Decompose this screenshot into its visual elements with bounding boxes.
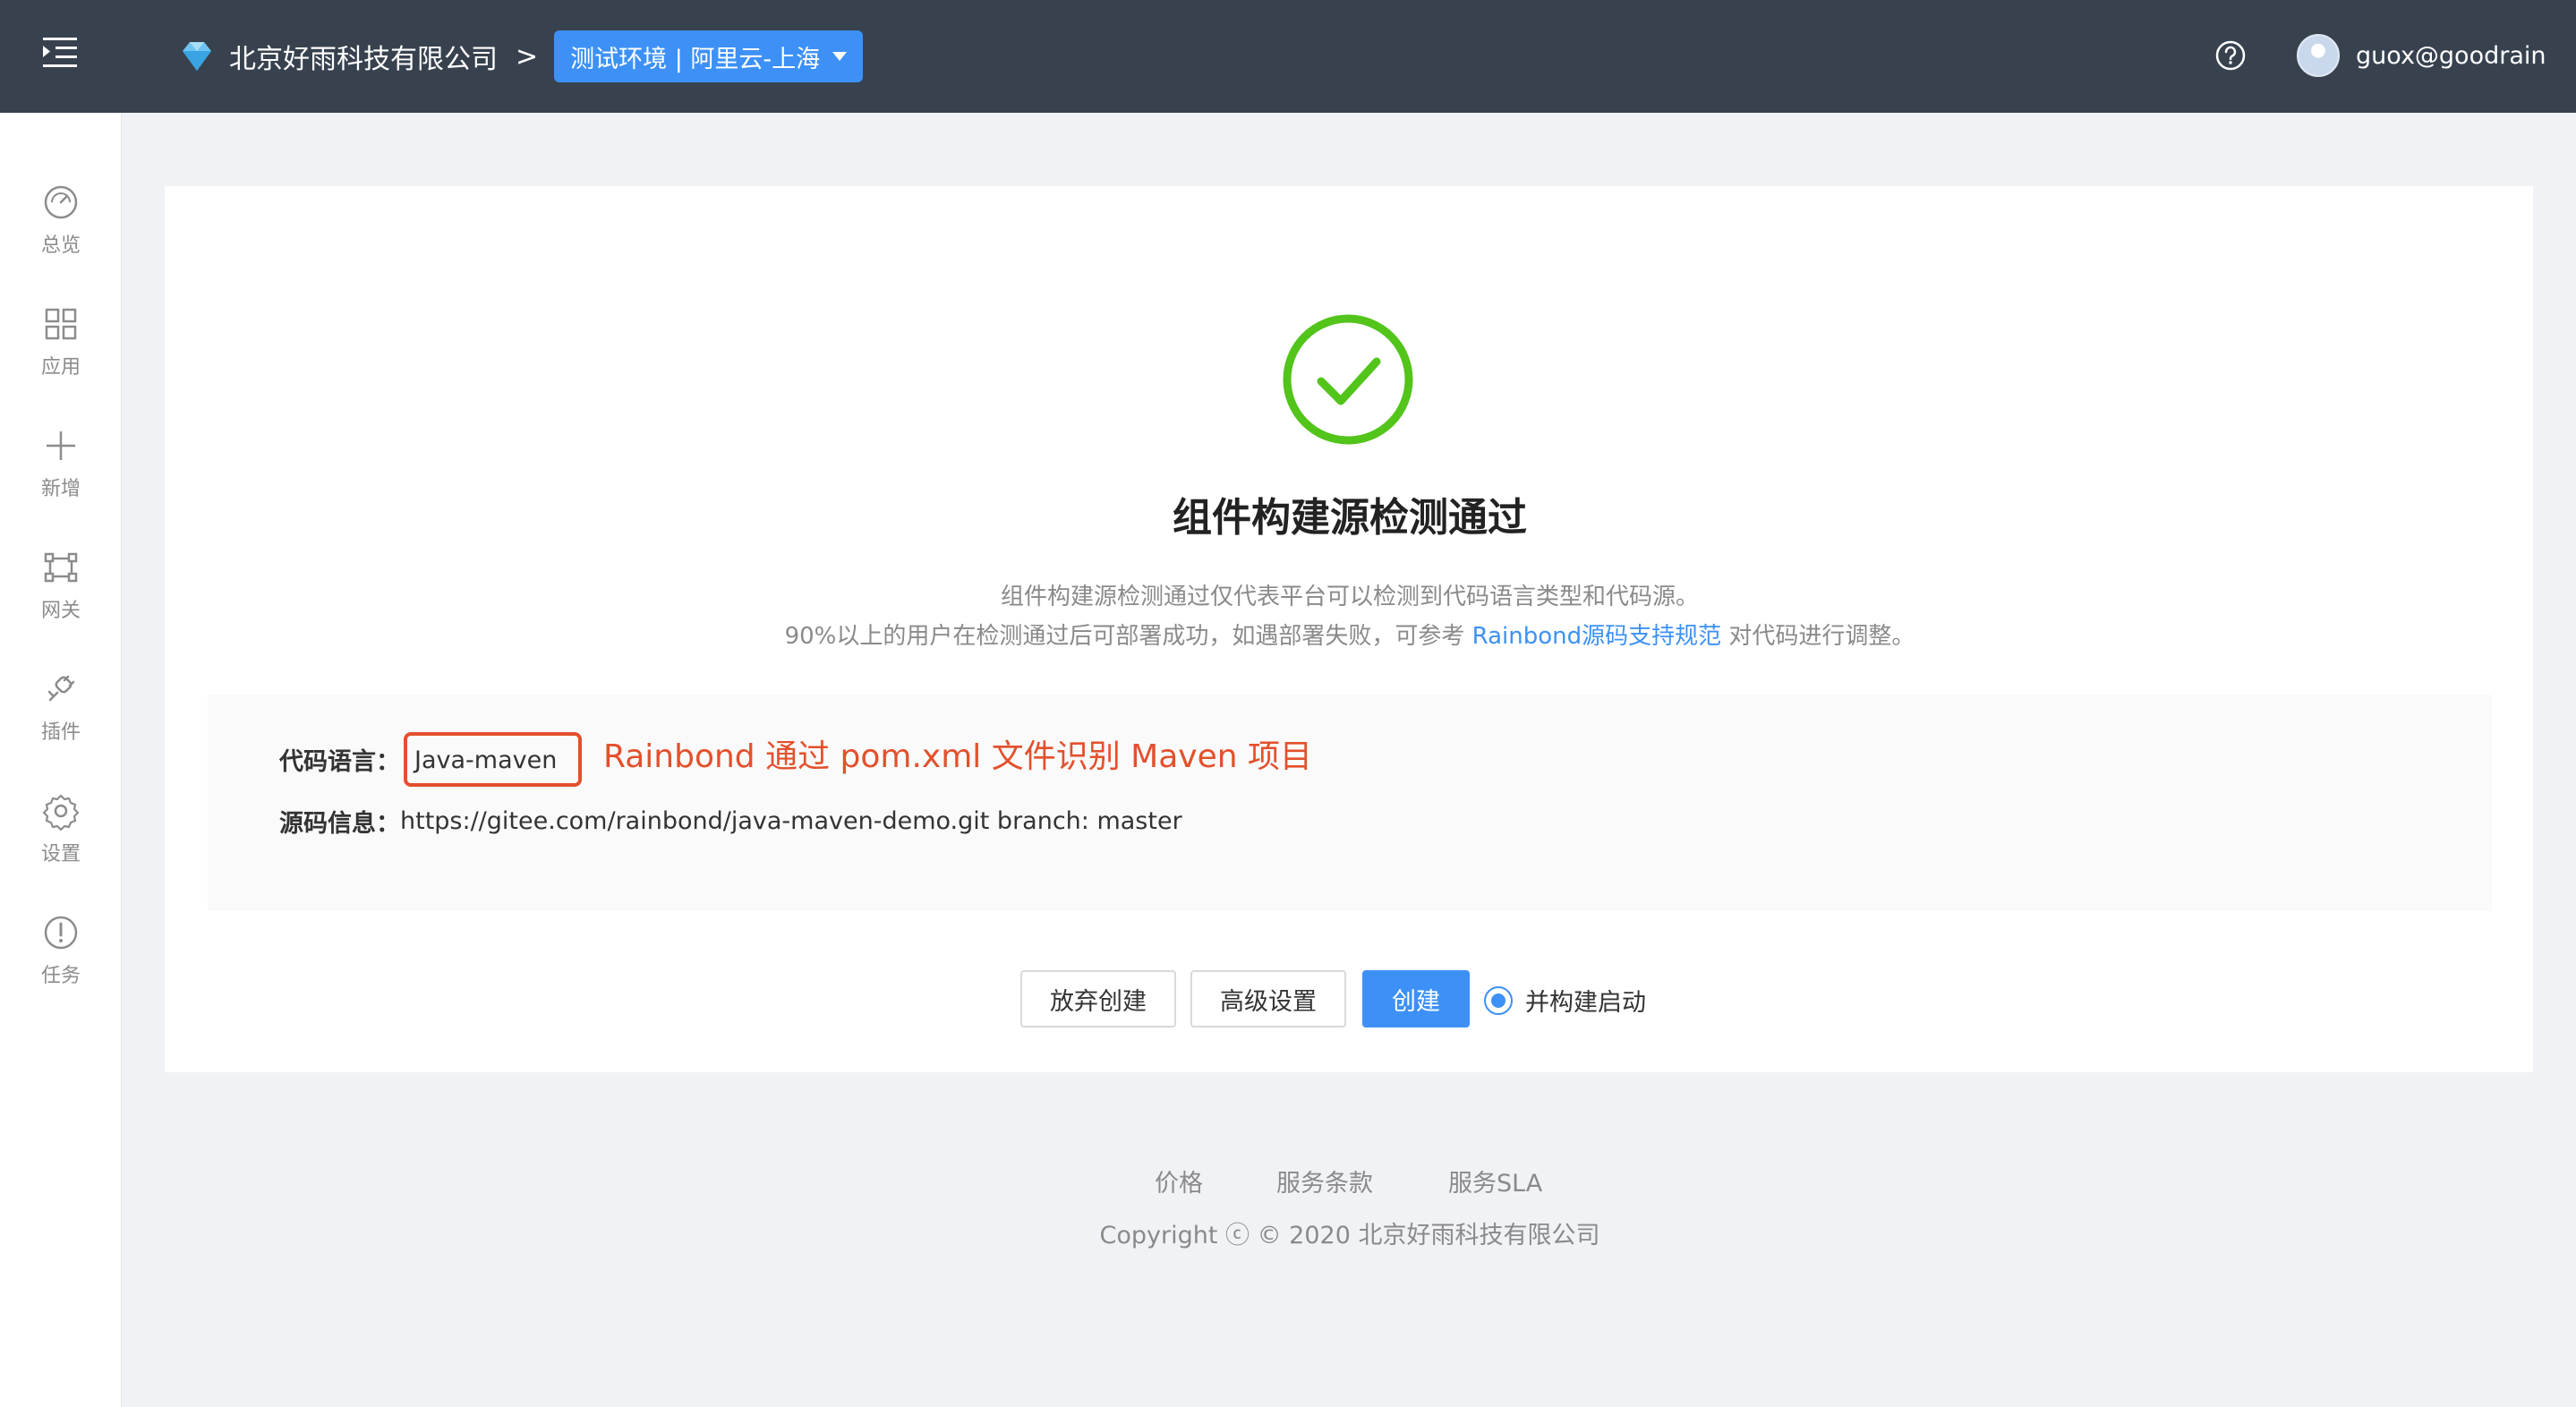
menu-toggle-icon[interactable]	[39, 34, 82, 70]
top-header: 北京好雨科技有限公司 > 测试环境 | 阿里云-上海 guox@goodrain	[0, 0, 2576, 113]
radio-dot	[1491, 993, 1506, 1008]
task-icon	[44, 916, 78, 950]
sidebar: 总览 应用 新增 网关 插件 设置 任务	[0, 113, 122, 1407]
sidebar-item-label: 设置	[40, 843, 81, 866]
advanced-settings-button[interactable]: 高级设置	[1190, 970, 1346, 1028]
code-language-label: 代码语言：	[279, 748, 400, 776]
spec-link[interactable]: Rainbond源码支持规范	[1472, 623, 1722, 650]
gear-icon	[42, 794, 80, 831]
user-name: guox@goodrain	[2356, 41, 2546, 70]
code-language-value: Java-maven	[404, 732, 583, 787]
abandon-button[interactable]: 放弃创建	[1020, 970, 1176, 1028]
sidebar-item-apps[interactable]: 应用	[0, 288, 122, 396]
sidebar-item-label: 总览	[40, 234, 81, 257]
result-title: 组件构建源检测通过	[1173, 495, 1527, 541]
build-start-option[interactable]: 并构建启动	[1484, 983, 1646, 1018]
build-start-label: 并构建启动	[1525, 989, 1646, 1017]
company-name[interactable]: 北京好雨科技有限公司	[229, 37, 498, 76]
plus-icon	[47, 431, 75, 460]
copyright: Copyright ⓒ © 2020 北京好雨科技有限公司	[1099, 1222, 1600, 1249]
desc-suffix: 对代码进行调整。	[1721, 623, 1915, 650]
sidebar-item-label: 应用	[40, 356, 81, 379]
breadcrumb-separator: >	[516, 40, 539, 72]
help-icon[interactable]	[2214, 39, 2247, 72]
create-button[interactable]: 创建	[1362, 970, 1470, 1028]
check-circle-icon	[1283, 314, 1413, 445]
desc-prefix: 90%以上的用户在检测通过后可部署成功，如遇部署失败，可参考	[784, 623, 1472, 650]
detection-info-panel	[208, 695, 2492, 911]
result-description: 组件构建源检测通过仅代表平台可以检测到代码语言类型和代码源。	[1000, 584, 1699, 610]
footer-link-price[interactable]: 价格	[1155, 1164, 1203, 1198]
avatar	[2297, 34, 2340, 77]
source-info-value: https://gitee.com/rainbond/java-maven-de…	[400, 807, 1182, 835]
annotation-text: Rainbond 通过 pom.xml 文件识别 Maven 项目	[603, 738, 1313, 775]
caret-down-icon	[832, 52, 848, 61]
sidebar-item-settings[interactable]: 设置	[0, 775, 122, 883]
sidebar-item-plugins[interactable]: 插件	[0, 653, 122, 761]
sidebar-item-overview[interactable]: 总览	[0, 166, 122, 274]
diamond-icon	[183, 42, 211, 71]
sidebar-item-label: 任务	[40, 965, 81, 987]
code-language-row: 代码语言： Java-maven	[279, 732, 583, 787]
source-info-label: 源码信息：	[279, 810, 400, 838]
footer-link-sla[interactable]: 服务SLA	[1448, 1164, 1542, 1198]
apps-icon	[45, 308, 77, 340]
breadcrumb: 北京好雨科技有限公司 > 测试环境 | 阿里云-上海	[177, 30, 864, 82]
sidebar-item-tasks[interactable]: 任务	[0, 897, 122, 1004]
user-menu[interactable]: guox@goodrain	[2297, 34, 2546, 77]
dashboard-icon	[44, 185, 78, 219]
environment-label: 测试环境 | 阿里云-上海	[570, 45, 821, 73]
source-info-row: 源码信息： https://gitee.com/rainbond/java-ma…	[279, 804, 1182, 839]
plugin-icon	[47, 675, 75, 702]
environment-selector[interactable]: 测试环境 | 阿里云-上海	[554, 30, 864, 82]
build-start-radio[interactable]	[1484, 985, 1513, 1015]
footer-link-terms[interactable]: 服务条款	[1276, 1164, 1373, 1198]
sidebar-item-label: 插件	[40, 721, 81, 744]
result-description-2: 90%以上的用户在检测通过后可部署成功，如遇部署失败，可参考 Rainbond源…	[0, 618, 2576, 651]
